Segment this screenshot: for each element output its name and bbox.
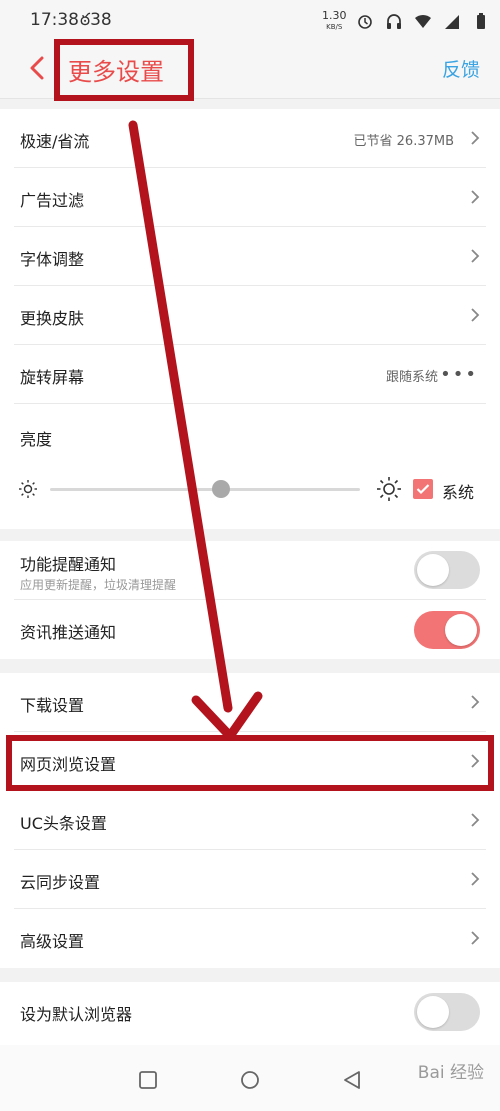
system-brightness-label: 系统: [442, 483, 475, 502]
news-push-toggle[interactable]: [414, 611, 480, 649]
row-rotate-screen[interactable]: 旋转屏幕 跟随系统 •••: [0, 345, 500, 404]
row-advanced-settings[interactable]: 高级设置: [0, 909, 500, 968]
row-label: 下载设置: [20, 696, 85, 715]
system-brightness-checkbox[interactable]: [413, 479, 433, 499]
settings-section-notifications: 功能提醒通知 应用更新提醒，垃圾清理提醒 资讯推送通知: [0, 541, 500, 659]
section-gap: [0, 659, 500, 673]
row-cloud-sync-settings[interactable]: 云同步设置: [0, 850, 500, 909]
status-time: 17:38: [30, 10, 79, 30]
check-icon: [416, 484, 430, 495]
network-speed: 1.30 KB/S: [322, 10, 347, 33]
sun-high-icon: [377, 477, 401, 501]
feature-notice-toggle[interactable]: [414, 551, 480, 589]
status-icons: [356, 12, 496, 34]
nav-home-icon[interactable]: [240, 1070, 260, 1090]
section-gap: [0, 968, 500, 982]
chevron-right-icon: [471, 308, 480, 322]
row-label: 字体调整: [20, 250, 85, 269]
status-bar: 17:38 ఠ38 1.30 KB/S: [0, 0, 500, 40]
settings-section-advanced: 下载设置 网页浏览设置 UC头条设置 云同步设置 高级设置: [0, 673, 500, 968]
sun-low-icon: [19, 480, 37, 498]
watermark: Bai 经验: [417, 1063, 484, 1083]
chevron-right-icon: [471, 190, 480, 204]
brightness-slider-track[interactable]: [50, 488, 360, 491]
row-default-browser: 设为默认浏览器: [0, 982, 500, 1041]
row-ad-filter[interactable]: 广告过滤: [0, 168, 500, 227]
wifi-icon: [414, 12, 432, 30]
row-uc-headlines-settings[interactable]: UC头条设置: [0, 791, 500, 850]
signal-icon: [443, 12, 461, 30]
settings-section-general: 极速/省流 已节省 26.37MB 广告过滤 字体调整 更换皮肤 旋转屏幕 跟随…: [0, 109, 500, 529]
chevron-right-icon: [471, 872, 480, 886]
row-change-skin[interactable]: 更换皮肤: [0, 286, 500, 345]
row-label: 资讯推送通知: [20, 623, 117, 642]
row-label: 更换皮肤: [20, 309, 85, 328]
chevron-right-icon: [471, 695, 480, 709]
row-label: 极速/省流: [20, 132, 90, 151]
row-label: 设为默认浏览器: [20, 1005, 133, 1024]
chevron-right-icon: [471, 813, 480, 827]
default-browser-toggle[interactable]: [414, 993, 480, 1031]
toggle-knob: [417, 554, 449, 586]
chevron-right-icon: [471, 131, 480, 145]
battery-icon: [472, 12, 490, 30]
status-carrier: ఠ38: [80, 10, 112, 30]
row-download-settings[interactable]: 下载设置: [0, 673, 500, 732]
brightness-slider-handle[interactable]: [211, 480, 230, 498]
nav-recent-icon[interactable]: [138, 1070, 158, 1090]
row-label: 功能提醒通知: [20, 555, 117, 574]
back-button[interactable]: [26, 54, 50, 82]
row-news-push: 资讯推送通知: [0, 600, 500, 659]
row-label: 高级设置: [20, 932, 85, 951]
highlight-box-web-browsing: [6, 735, 494, 791]
row-label: 旋转屏幕: [20, 368, 85, 387]
chevron-right-icon: [471, 931, 480, 945]
rotate-value: 跟随系统: [385, 370, 438, 385]
toggle-knob: [445, 614, 477, 646]
more-dots-icon: •••: [440, 364, 478, 385]
toggle-knob: [417, 996, 449, 1028]
alarm-icon: [356, 12, 374, 30]
settings-section-default-browser: 设为默认浏览器: [0, 982, 500, 1045]
row-label: 云同步设置: [20, 873, 101, 892]
saved-data-value: 已节省 26.37MB: [353, 134, 454, 149]
row-label: UC头条设置: [20, 814, 107, 833]
feedback-link[interactable]: 反馈: [442, 55, 480, 82]
row-sublabel: 应用更新提醒，垃圾清理提醒: [20, 578, 177, 592]
headset-icon: [385, 12, 403, 30]
back-chevron-icon: [30, 56, 44, 80]
network-speed-unit: KB/S: [326, 23, 343, 31]
section-gap: [0, 529, 500, 541]
row-feature-notice: 功能提醒通知 应用更新提醒，垃圾清理提醒: [0, 541, 500, 600]
row-brightness: 亮度: [0, 404, 500, 529]
row-speed-saver[interactable]: 极速/省流 已节省 26.37MB: [0, 109, 500, 168]
chevron-right-icon: [471, 249, 480, 263]
network-speed-value: 1.30: [322, 9, 347, 22]
nav-back-icon[interactable]: [342, 1070, 362, 1090]
row-label: 广告过滤: [20, 191, 85, 210]
row-font-adjust[interactable]: 字体调整: [0, 227, 500, 286]
highlight-box-title: [54, 39, 194, 101]
brightness-label: 亮度: [20, 430, 53, 449]
